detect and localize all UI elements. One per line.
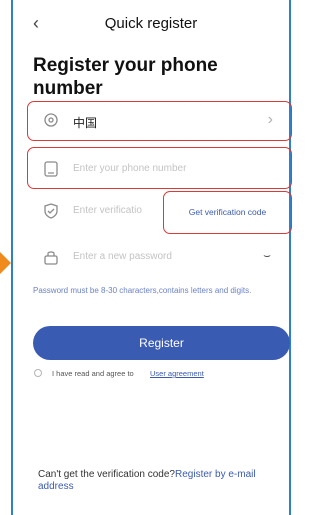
highlight-box-code-button bbox=[163, 191, 292, 234]
password-placeholder: Enter a new password bbox=[73, 251, 172, 262]
lock-icon bbox=[44, 251, 58, 265]
highlight-box-country bbox=[27, 101, 292, 141]
highlight-box-phone bbox=[27, 147, 292, 189]
header-bar: ‹ Quick register bbox=[13, 0, 289, 44]
frame-border-left bbox=[11, 0, 13, 515]
register-button[interactable]: Register bbox=[33, 326, 290, 360]
agreement-checkbox[interactable] bbox=[34, 369, 42, 377]
bottom-help: Can't get the verification code?Register… bbox=[38, 469, 286, 493]
header-title: Quick register bbox=[104, 15, 198, 32]
password-field[interactable]: Enter a new password ⌣ bbox=[33, 237, 285, 277]
user-agreement-link[interactable]: User agreement bbox=[150, 369, 204, 378]
hide-password-icon[interactable]: ⌣ bbox=[263, 248, 271, 263]
page-title: Register your phone number bbox=[33, 55, 218, 99]
code-placeholder: Enter verificatio bbox=[73, 205, 142, 216]
password-hint: Password must be 8-30 characters,contain… bbox=[33, 286, 252, 295]
bottom-help-text: Can't get the verification code? bbox=[38, 469, 175, 480]
shield-check-icon bbox=[44, 203, 58, 219]
frame-border-right bbox=[289, 0, 291, 515]
orange-arrow-icon bbox=[0, 252, 11, 274]
agreement-text: I have read and agree to bbox=[52, 369, 134, 378]
